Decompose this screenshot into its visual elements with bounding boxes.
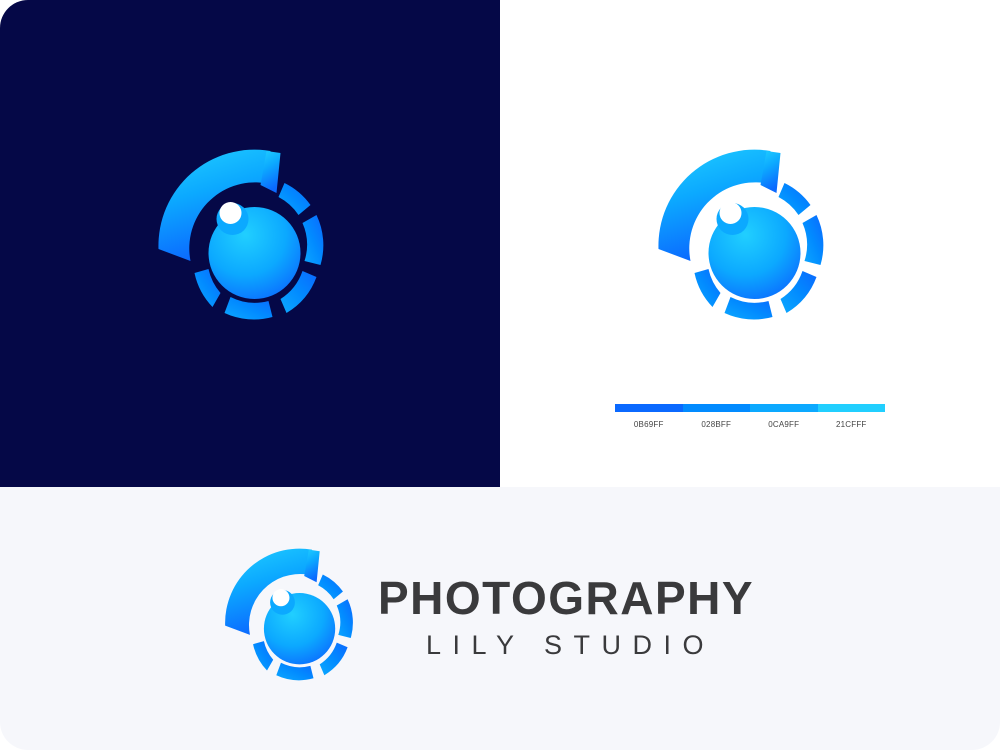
palette-code-2: 028BFF <box>701 420 732 429</box>
palette-swatch-3 <box>750 404 818 412</box>
wordmark: PHOTOGRAPHY LILY STUDIO <box>378 572 798 661</box>
palette-swatches <box>615 404 885 412</box>
palette-swatch-1 <box>615 404 683 412</box>
presentation-canvas: 0B69FF 028BFF 0CA9FF 21CFFF PHOTOGRAPHY … <box>0 0 1000 750</box>
camera-lens-logo-icon <box>218 545 378 700</box>
palette-code-4: 21CFFF <box>835 420 867 429</box>
brand-subtitle: LILY STUDIO <box>426 630 716 660</box>
palette-codes: 0B69FF 028BFF 0CA9FF 21CFFF <box>615 420 885 429</box>
palette-swatch-4 <box>817 404 885 412</box>
camera-lens-logo-icon <box>650 145 855 345</box>
palette-code-1: 0B69FF <box>633 420 664 429</box>
color-palette: 0B69FF 028BFF 0CA9FF 21CFFF <box>615 404 885 429</box>
camera-lens-logo-icon <box>150 145 355 345</box>
palette-swatch-2 <box>682 404 750 412</box>
brand-title: PHOTOGRAPHY <box>378 572 755 624</box>
palette-code-3: 0CA9FF <box>768 420 800 429</box>
